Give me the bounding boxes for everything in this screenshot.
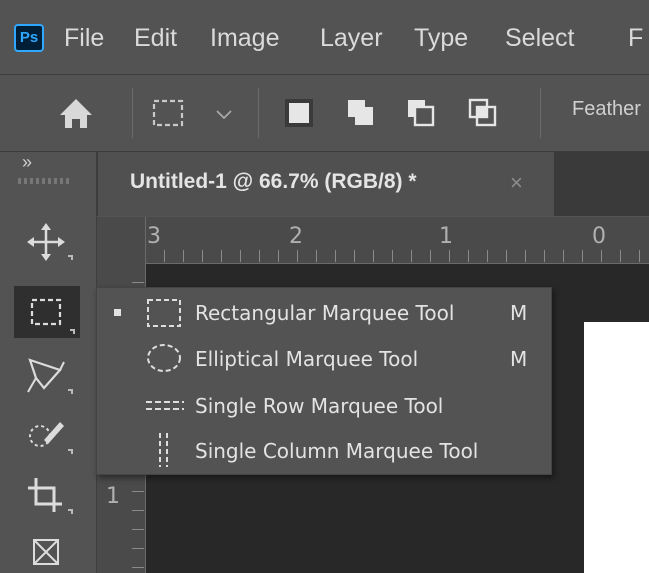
intersect-selection-icon[interactable] bbox=[466, 96, 500, 130]
ruler-label: 2 bbox=[289, 224, 303, 249]
quick-selection-tool[interactable] bbox=[14, 408, 80, 460]
flyout-item-shortcut: M bbox=[510, 301, 528, 325]
add-to-selection-icon[interactable] bbox=[344, 96, 378, 130]
ruler-label: 1 bbox=[106, 484, 120, 509]
frame-tool[interactable] bbox=[14, 528, 80, 573]
panel-collapse-icon[interactable]: » bbox=[22, 152, 32, 173]
menu-edit[interactable]: Edit bbox=[134, 20, 177, 56]
menu-filter-partial[interactable]: F bbox=[628, 20, 643, 56]
options-separator bbox=[258, 88, 259, 138]
ruler-label: 0 bbox=[592, 224, 606, 249]
single-column-marquee-icon bbox=[159, 433, 168, 467]
crop-icon bbox=[28, 478, 73, 514]
ruler-label: 3 bbox=[147, 224, 161, 249]
marquee-tool[interactable] bbox=[14, 286, 80, 338]
flyout-item-label: Elliptical Marquee Tool bbox=[195, 347, 419, 371]
close-icon[interactable]: × bbox=[510, 170, 523, 196]
home-icon[interactable] bbox=[50, 93, 102, 133]
flyout-item-label: Single Column Marquee Tool bbox=[195, 439, 479, 463]
selected-bullet-icon bbox=[114, 309, 121, 316]
flyout-item-shortcut: M bbox=[510, 347, 528, 371]
menu-select[interactable]: Select bbox=[505, 20, 574, 56]
move-icon bbox=[27, 223, 73, 261]
rectangular-marquee-icon bbox=[147, 299, 181, 327]
menu-image[interactable]: Image bbox=[210, 20, 279, 56]
flyout-item-label: Rectangular Marquee Tool bbox=[195, 301, 455, 325]
elliptical-marquee-icon bbox=[147, 344, 181, 372]
menu-layer[interactable]: Layer bbox=[320, 20, 383, 56]
ruler-label: 1 bbox=[439, 224, 453, 249]
lasso-icon bbox=[27, 358, 73, 394]
options-separator bbox=[132, 88, 133, 138]
move-tool[interactable] bbox=[14, 216, 80, 268]
marquee-preset-icon[interactable] bbox=[150, 97, 190, 131]
flyout-item-label: Single Row Marquee Tool bbox=[195, 394, 444, 418]
new-selection-icon[interactable] bbox=[282, 96, 316, 130]
ruler-ticks bbox=[146, 250, 649, 262]
dropdown-chevron-icon[interactable] bbox=[214, 108, 234, 122]
document-tab-title[interactable]: Untitled-1 @ 66.7% (RGB/8) * bbox=[130, 170, 417, 194]
photoshop-logo-icon[interactable]: Ps bbox=[14, 24, 44, 52]
menu-file[interactable]: File bbox=[64, 20, 104, 56]
subtract-from-selection-icon[interactable] bbox=[404, 96, 438, 130]
crop-tool[interactable] bbox=[14, 468, 80, 520]
lasso-tool[interactable] bbox=[14, 348, 80, 400]
quick-selection-icon bbox=[29, 422, 73, 454]
document-canvas[interactable] bbox=[584, 322, 649, 573]
marquee-icon bbox=[30, 298, 75, 334]
feather-label: Feather bbox=[572, 98, 641, 120]
single-row-marquee-icon bbox=[146, 401, 184, 410]
options-separator bbox=[540, 88, 541, 138]
menu-type[interactable]: Type bbox=[414, 20, 468, 56]
frame-icon bbox=[33, 539, 59, 565]
panel-grip[interactable] bbox=[18, 178, 70, 184]
